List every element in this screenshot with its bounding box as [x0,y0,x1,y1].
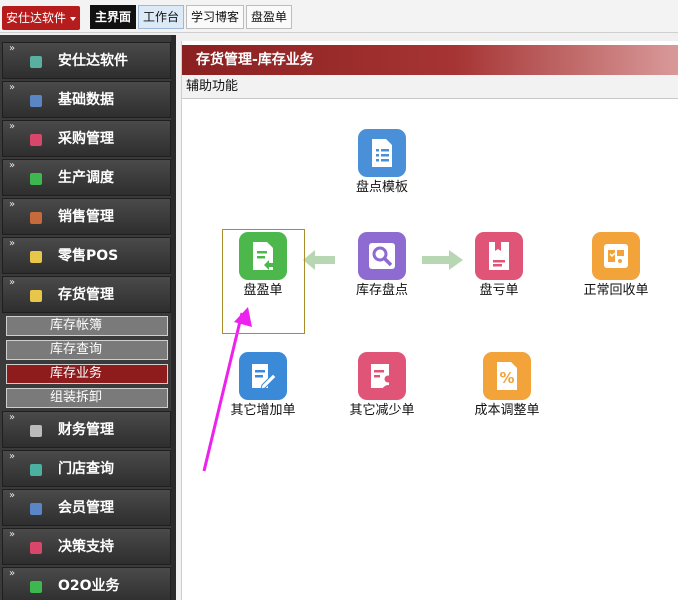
sidebar-item-inventory[interactable]: » 存货管理 [2,276,171,313]
tab-workbench[interactable]: 工作台 [138,5,185,29]
sidebar-item-sales[interactable]: » 销售管理 [2,198,171,235]
func-cost-adjust[interactable]: % 成本调整单 [452,352,562,420]
production-icon [30,173,42,185]
sidebar-item-finance[interactable]: » 财务管理 [2,411,171,448]
sidebar-subitem-assembly[interactable]: 组装拆卸 [6,388,168,408]
sidebar-subitem-stock-ledger[interactable]: 库存帐簿 [6,316,168,336]
func-label: 盘亏单 [479,283,519,298]
sidebar-item-purchase[interactable]: » 采购管理 [2,120,171,157]
expand-chevron-icon: » [9,568,16,579]
app-window: 安仕达软件 主界面 工作台 学习博客 盘盈单 » 安仕达软件 » 基础数据 » … [0,0,678,600]
main-panel: 存货管理-库存业务 辅助功能 盘点模板 盘盈单 库存盘点 盘亏单 正常回收单 其… [181,41,678,600]
sidebar-item-store-query[interactable]: » 门店查询 [2,450,171,487]
app-icon [30,56,42,68]
sidebar-item-o2o[interactable]: » O2O业务 [2,567,171,600]
document-list-icon [358,129,406,177]
sidebar-subitem-stock-business[interactable]: 库存业务 [6,364,168,384]
chevron-down-icon [70,17,76,21]
expand-chevron-icon: » [9,82,16,93]
person-doc-icon [358,352,406,400]
sidebar-subitem-stock-query[interactable]: 库存查询 [6,340,168,360]
expand-chevron-icon: » [9,451,16,462]
sidebar-item-member[interactable]: » 会员管理 [2,489,171,526]
tab-main[interactable]: 主界面 [90,5,137,29]
sidebar-item-label: 存货管理 [58,287,114,303]
tab-bar: 主界面 工作台 学习博客 盘盈单 [90,5,294,29]
loss-doc-icon [475,232,523,280]
store-icon [30,464,42,476]
sidebar-item-label: 决策支持 [58,539,114,555]
expand-chevron-icon: » [9,43,16,54]
member-icon [30,503,42,515]
tab-learning-blog[interactable]: 学习博客 [186,5,245,29]
sidebar-item-label: 会员管理 [58,500,114,516]
expand-chevron-icon: » [9,529,16,540]
sidebar-item-decision[interactable]: » 决策支持 [2,528,171,565]
func-recycle-order[interactable]: 正常回收单 [561,232,671,300]
func-label: 正常回收单 [583,283,649,298]
func-label: 库存盘点 [355,283,408,298]
expand-chevron-icon: » [9,160,16,171]
func-loss-order[interactable]: 盘亏单 [444,232,554,300]
func-other-decrease[interactable]: 其它减少单 [327,352,437,420]
func-label: 成本调整单 [474,403,540,418]
sidebar-item-label: 门店查询 [58,461,114,477]
recycle-icon [592,232,640,280]
sidebar-item-label: 安仕达软件 [58,53,128,69]
sidebar-scrollbar[interactable] [171,35,176,600]
database-icon [30,95,42,107]
expand-chevron-icon: » [9,121,16,132]
sidebar-item-label: 零售POS [58,248,119,264]
magnify-icon [358,232,406,280]
sidebar-item-basic-data[interactable]: » 基础数据 [2,81,171,118]
sidebar-item-anshida[interactable]: » 安仕达软件 [2,42,171,79]
o2o-icon [30,581,42,593]
sidebar-item-pos[interactable]: » 零售POS [2,237,171,274]
top-bar: 安仕达软件 主界面 工作台 学习博客 盘盈单 [0,0,678,33]
purchase-icon [30,134,42,146]
app-menu-button[interactable]: 安仕达软件 [2,6,80,30]
func-label: 盘盈单 [243,283,283,298]
func-surplus-order[interactable]: 盘盈单 [208,232,318,300]
collapse-chevron-icon: » [9,277,16,288]
pos-icon [30,251,42,263]
sidebar-item-label: 采购管理 [58,131,114,147]
surplus-doc-icon [239,232,287,280]
sidebar: » 安仕达软件 » 基础数据 » 采购管理 » 生产调度 » 销售管理 » 零售… [0,35,176,600]
decision-icon [30,542,42,554]
func-stocktake[interactable]: 库存盘点 [327,232,437,300]
sidebar-item-label: 财务管理 [58,422,114,438]
svg-text:%: % [499,369,514,387]
sidebar-item-label: 基础数据 [58,92,114,108]
app-menu-label: 安仕达软件 [6,11,67,25]
sidebar-item-label: 销售管理 [58,209,114,225]
expand-chevron-icon: » [9,238,16,249]
inventory-icon [30,290,42,302]
sales-icon [30,212,42,224]
expand-chevron-icon: » [9,199,16,210]
sidebar-item-label: O2O业务 [58,578,120,594]
tab-surplus-order[interactable]: 盘盈单 [246,5,293,29]
func-count-template[interactable]: 盘点模板 [327,129,437,197]
expand-chevron-icon: » [9,412,16,423]
sidebar-item-production[interactable]: » 生产调度 [2,159,171,196]
sidebar-item-label: 生产调度 [58,170,114,186]
percent-doc-icon: % [483,352,531,400]
expand-chevron-icon: » [9,490,16,501]
finance-icon [30,425,42,437]
func-other-increase[interactable]: 其它增加单 [208,352,318,420]
func-label: 其它增加单 [230,403,296,418]
func-label: 盘点模板 [355,180,408,195]
func-label: 其它减少单 [349,403,415,418]
edit-doc-icon [239,352,287,400]
